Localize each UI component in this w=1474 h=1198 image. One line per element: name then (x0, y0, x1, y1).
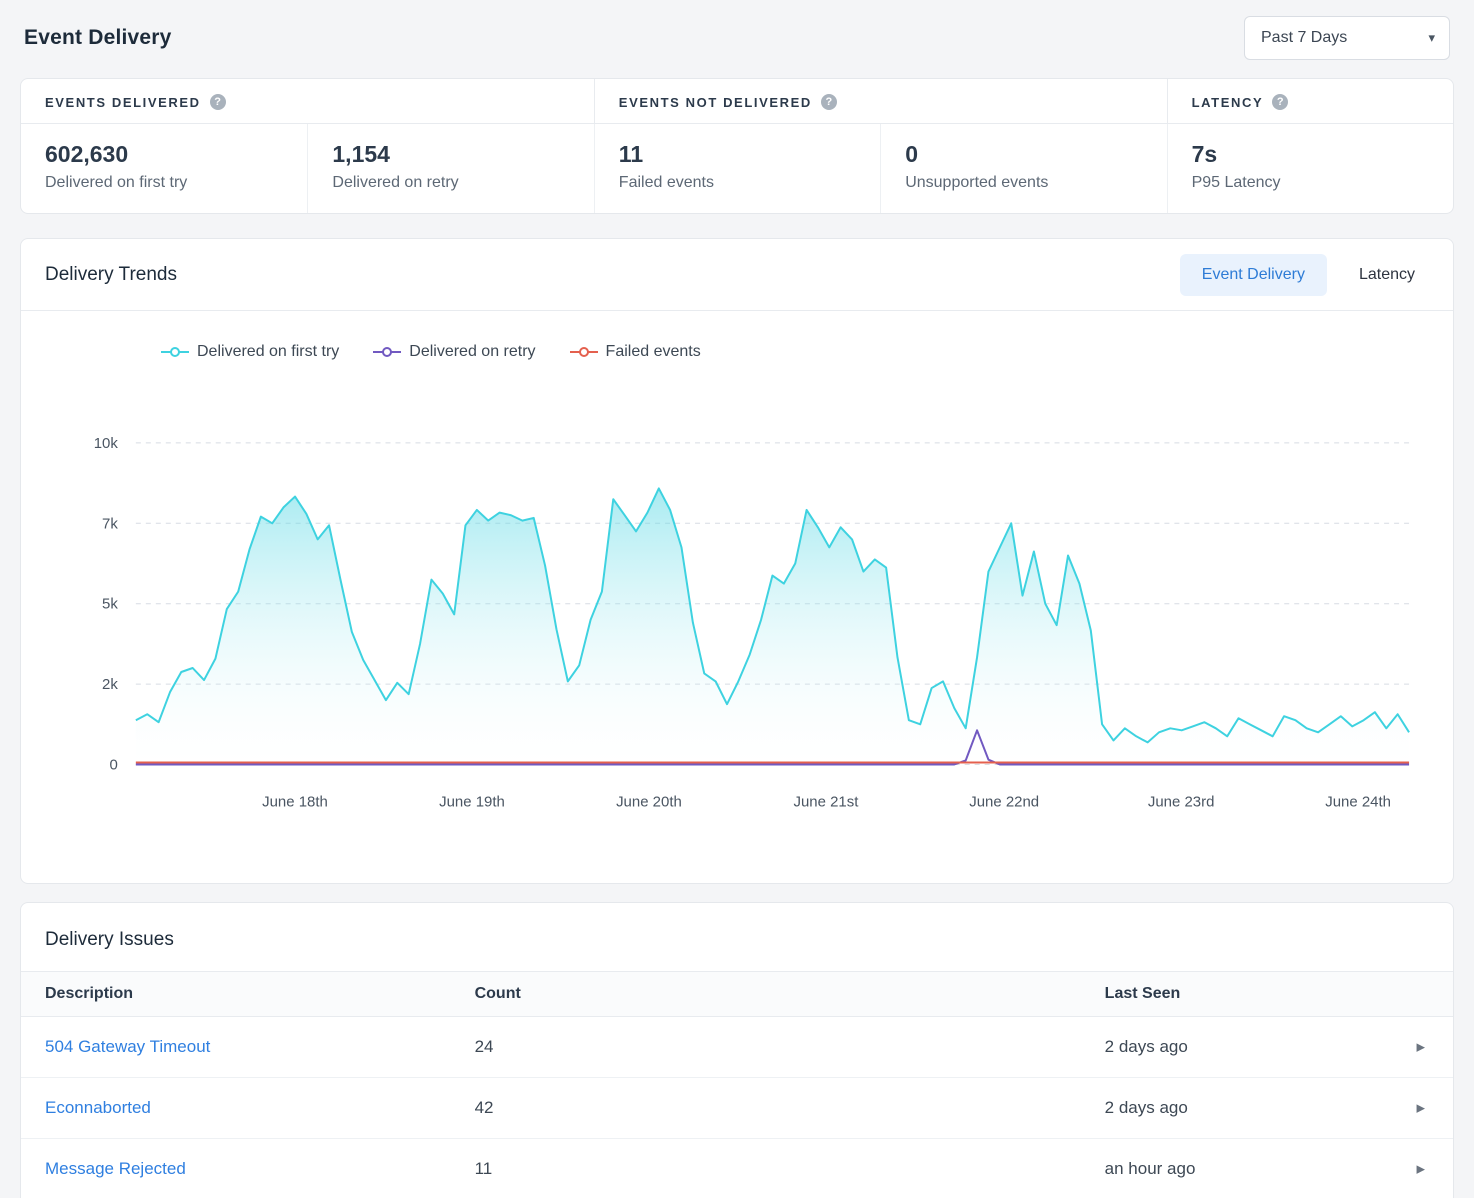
stats-card: EVENTS DELIVERED ? EVENTS NOT DELIVERED … (20, 78, 1454, 214)
issue-last-seen-cell: 2 days ago (1081, 1017, 1389, 1078)
issue-link[interactable]: Econnaborted (45, 1098, 151, 1117)
table-row[interactable]: Message Rejected 11 an hour ago ▸ (21, 1139, 1453, 1198)
issue-count-cell: 11 (451, 1139, 1081, 1198)
tab-latency[interactable]: Latency (1337, 254, 1437, 296)
trends-tabs: Event Delivery Latency (1180, 254, 1437, 296)
stats-group-latency: LATENCY ? (1167, 79, 1453, 124)
column-header-description: Description (21, 972, 451, 1017)
column-header-count: Count (451, 972, 1081, 1017)
chart-legend: Delivered on first try Delivered on retr… (161, 343, 1453, 361)
issue-count-cell: 42 (451, 1078, 1081, 1139)
chevron-right-icon[interactable]: ▸ (1416, 1037, 1425, 1056)
table-row[interactable]: Econnaborted 42 2 days ago ▸ (21, 1078, 1453, 1139)
chevron-down-icon: ▾ (1428, 30, 1435, 46)
metric-value: 7s (1192, 141, 1429, 168)
stats-group-events-delivered: EVENTS DELIVERED ? (21, 79, 594, 124)
issues-title-wrap: Delivery Issues (21, 903, 1453, 971)
legend-item[interactable]: Failed events (570, 343, 701, 361)
y-axis-tick: 7k (102, 515, 118, 532)
issue-description-cell: 504 Gateway Timeout (21, 1017, 451, 1078)
issue-description-cell: Message Rejected (21, 1139, 451, 1198)
issue-expand-cell: ▸ (1389, 1078, 1453, 1139)
x-axis-tick: June 23rd (1148, 793, 1215, 810)
issue-expand-cell: ▸ (1389, 1139, 1453, 1198)
y-axis-tick: 2k (102, 676, 118, 693)
metric-unsupported-events: 0 Unsupported events (880, 124, 1166, 213)
legend-marker-icon (570, 346, 598, 358)
legend-item[interactable]: Delivered on first try (161, 343, 339, 361)
page-title: Event Delivery (24, 26, 172, 50)
stats-group-events-not-delivered: EVENTS NOT DELIVERED ? (594, 79, 1167, 124)
metric-label: Delivered on first try (45, 174, 283, 192)
delivery-issues-card: Delivery Issues Description Count Last S… (20, 902, 1454, 1198)
legend-label: Failed events (606, 343, 701, 361)
issue-link[interactable]: 504 Gateway Timeout (45, 1037, 210, 1056)
metric-value: 602,630 (45, 141, 283, 168)
metric-value: 11 (619, 141, 856, 168)
metric-label: Failed events (619, 174, 856, 192)
x-axis-tick: June 24th (1325, 793, 1391, 810)
metric-value: 0 (905, 141, 1142, 168)
trends-header: Delivery Trends Event Delivery Latency (21, 239, 1453, 311)
legend-label: Delivered on first try (197, 343, 339, 361)
legend-label: Delivered on retry (409, 343, 535, 361)
date-range-value: Past 7 Days (1261, 29, 1347, 47)
issue-expand-cell: ▸ (1389, 1017, 1453, 1078)
y-axis-tick: 5k (102, 596, 118, 613)
y-axis-tick: 10k (94, 435, 119, 452)
date-range-dropdown[interactable]: Past 7 Days ▾ (1244, 16, 1450, 60)
issues-title: Delivery Issues (45, 929, 1429, 951)
metric-p95-latency: 7s P95 Latency (1167, 124, 1453, 213)
help-icon[interactable]: ? (210, 94, 226, 110)
x-axis-tick: June 18th (262, 793, 328, 810)
metric-label: Delivered on retry (332, 174, 569, 192)
stats-group-label: EVENTS DELIVERED (45, 95, 201, 110)
table-row[interactable]: 504 Gateway Timeout 24 2 days ago ▸ (21, 1017, 1453, 1078)
delivery-trends-card: Delivery Trends Event Delivery Latency D… (20, 238, 1454, 884)
metric-value: 1,154 (332, 141, 569, 168)
topbar: Event Delivery Past 7 Days ▾ (20, 14, 1454, 62)
issue-count-cell: 24 (451, 1017, 1081, 1078)
issues-table: Description Count Last Seen 504 Gateway … (21, 971, 1453, 1198)
legend-item[interactable]: Delivered on retry (373, 343, 535, 361)
x-axis-tick: June 21st (793, 793, 859, 810)
series-area (136, 488, 1409, 764)
stats-body-row: 602,630 Delivered on first try 1,154 Del… (21, 124, 1453, 213)
column-header-actions (1389, 972, 1453, 1017)
metric-label: P95 Latency (1192, 174, 1429, 192)
stats-header-row: EVENTS DELIVERED ? EVENTS NOT DELIVERED … (21, 79, 1453, 124)
metric-label: Unsupported events (905, 174, 1142, 192)
chevron-right-icon[interactable]: ▸ (1416, 1159, 1425, 1178)
x-axis-tick: June 19th (439, 793, 505, 810)
issue-link[interactable]: Message Rejected (45, 1159, 186, 1178)
x-axis-tick: June 20th (616, 793, 682, 810)
delivery-trends-chart: 0 2k 5k 7k 10k June 18th June 19th June 20th Jun… (21, 383, 1453, 852)
help-icon[interactable]: ? (1272, 94, 1288, 110)
x-axis-tick: June 22nd (969, 793, 1039, 810)
column-header-last-seen: Last Seen (1081, 972, 1389, 1017)
trends-title: Delivery Trends (45, 264, 177, 286)
chevron-right-icon[interactable]: ▸ (1416, 1098, 1425, 1117)
chart-area: Delivered on first try Delivered on retr… (21, 311, 1453, 883)
issues-table-header-row: Description Count Last Seen (21, 972, 1453, 1017)
event-delivery-page: Event Delivery Past 7 Days ▾ EVENTS DELI… (0, 0, 1474, 1198)
issue-description-cell: Econnaborted (21, 1078, 451, 1139)
metric-delivered-first-try: 602,630 Delivered on first try (21, 124, 307, 213)
legend-marker-icon (161, 346, 189, 358)
issue-last-seen-cell: 2 days ago (1081, 1078, 1389, 1139)
stats-group-label: EVENTS NOT DELIVERED (619, 95, 812, 110)
metric-failed-events: 11 Failed events (594, 124, 880, 213)
issue-last-seen-cell: an hour ago (1081, 1139, 1389, 1198)
legend-marker-icon (373, 346, 401, 358)
tab-event-delivery[interactable]: Event Delivery (1180, 254, 1327, 296)
help-icon[interactable]: ? (821, 94, 837, 110)
metric-delivered-retry: 1,154 Delivered on retry (307, 124, 593, 213)
stats-group-label: LATENCY (1192, 95, 1264, 110)
y-axis-tick: 0 (110, 756, 118, 773)
